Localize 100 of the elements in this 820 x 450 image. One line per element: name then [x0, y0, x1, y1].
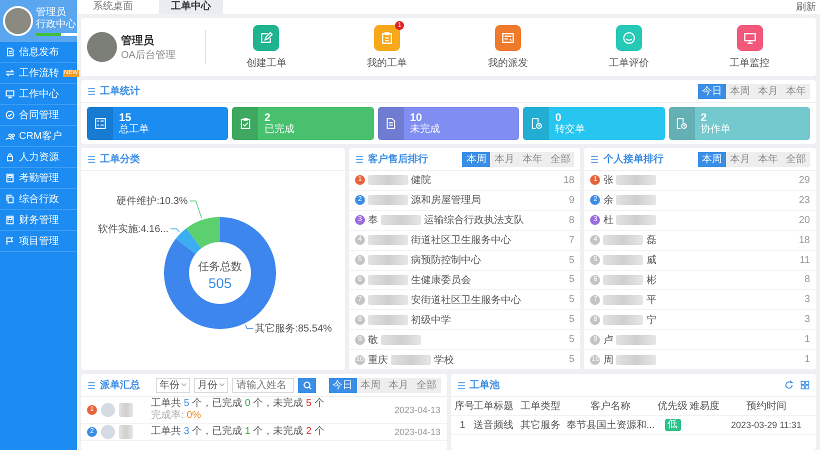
name-text: 重庆: [368, 354, 388, 367]
name-text: 张: [603, 174, 614, 188]
form-icon: [500, 30, 515, 44]
panel-title: 工单分类: [100, 152, 140, 166]
name-text: 敬: [368, 334, 378, 347]
column-header: 客户名称: [590, 400, 632, 413]
period-tab[interactable]: 本月: [490, 152, 518, 166]
sidebar-item[interactable]: 人力资源: [0, 147, 77, 168]
page-tab[interactable]: 工单中心: [159, 0, 223, 14]
menu-icon: [87, 154, 96, 164]
period-tab[interactable]: 全部: [782, 152, 810, 166]
transfer-icon: [5, 68, 15, 78]
sidebar-item[interactable]: 财务管理: [0, 210, 77, 231]
stat-label: 转交单: [555, 124, 586, 136]
period-tab[interactable]: 本月: [754, 84, 782, 98]
page-tab[interactable]: 系统桌面: [81, 0, 145, 14]
column-header: 预约时间: [745, 400, 788, 413]
shortcut-button[interactable]: 创建工单: [246, 24, 286, 70]
avatar: [101, 403, 115, 417]
sidebar-item[interactable]: 信息发布: [0, 42, 77, 63]
sidebar-item[interactable]: 综合行政: [0, 189, 77, 210]
period-tab[interactable]: 全部: [412, 378, 440, 392]
count-text: 9: [568, 194, 574, 206]
user-role: OA后台管理: [121, 48, 176, 62]
count-text: 3: [804, 294, 810, 306]
panel-title: 派单汇总: [100, 378, 140, 392]
monitor-icon: [742, 30, 757, 44]
name-text: 街道社区卫生服务中心: [410, 234, 511, 248]
name-text: 源和房屋管理局: [410, 194, 481, 208]
monitor-icon: [5, 89, 15, 99]
period-tab[interactable]: 本月: [384, 378, 412, 392]
avatar: [87, 32, 117, 62]
period-tab[interactable]: 本月: [726, 152, 754, 166]
grid-icon[interactable]: [800, 380, 810, 390]
center-label: 任务总数: [198, 261, 242, 273]
period-tab[interactable]: 本年: [782, 84, 810, 98]
menu-icon: [354, 154, 364, 164]
count-text: 5: [568, 274, 574, 286]
name-text: 卢: [603, 334, 614, 347]
count-text: 8: [804, 274, 810, 286]
sidebar-item[interactable]: CRM客户: [0, 126, 77, 147]
shortcut-button[interactable]: 工单评价: [608, 24, 649, 70]
name-text: 余: [603, 194, 614, 208]
summary-text: 工单共 3 个，已完成 1 个，未完成 2 个: [151, 426, 324, 438]
leader-line: [170, 228, 180, 232]
period-tab[interactable]: 本周: [698, 152, 726, 166]
name-text: 杜: [603, 214, 614, 228]
table-cell-text: 2023-03-29 11:31: [730, 420, 802, 430]
date-text: 2023-04-13: [394, 405, 440, 415]
stat-value: 10: [410, 112, 424, 124]
period-tab[interactable]: 今日: [698, 84, 726, 98]
calculator-icon: [5, 173, 15, 183]
period-tab[interactable]: 本周: [356, 378, 384, 392]
sidebar-item[interactable]: 考勤管理: [0, 168, 77, 189]
count-text: 18: [798, 234, 810, 246]
month-select[interactable]: 月份: [194, 378, 228, 392]
stat-value: 2: [700, 112, 708, 124]
document-icon: [5, 47, 15, 57]
period-tab[interactable]: 本周: [462, 152, 490, 166]
date-text: 2023-04-13: [394, 427, 440, 437]
menu-icon: [456, 380, 466, 390]
table-cell-text: 奉节县国土资源和...: [565, 418, 656, 432]
table-cell-text: 其它服务: [520, 418, 562, 432]
count-text: 20: [798, 214, 810, 226]
count-text: 29: [798, 174, 810, 186]
stat-label: 未完成: [410, 124, 440, 136]
year-select[interactable]: 年份: [156, 378, 190, 392]
menu-icon: [87, 380, 96, 390]
period-tab[interactable]: 本年: [518, 152, 546, 166]
count-text: 8: [568, 214, 574, 226]
shortcut-button[interactable]: 工单监控: [730, 24, 770, 70]
table-cell-text: 送音频线: [472, 418, 514, 432]
user-name: 管理员: [121, 34, 155, 48]
stat-label: 已完成: [264, 124, 294, 136]
period-tab[interactable]: 全部: [546, 152, 574, 166]
count-text: 11: [800, 254, 810, 266]
table-cell-text: 1: [458, 420, 466, 430]
shortcut-button[interactable]: 我的派发: [488, 24, 528, 70]
name-text: 彬: [646, 274, 656, 287]
user-name: 管理员: [36, 6, 67, 18]
leader-line: [189, 200, 202, 218]
refresh-link[interactable]: 刷新: [796, 0, 816, 14]
period-tab[interactable]: 本周: [726, 84, 754, 98]
refresh-icon[interactable]: [784, 380, 794, 390]
slice-label: 硬件维护:10.3%: [116, 196, 188, 207]
sidebar-item[interactable]: 工作中心: [0, 84, 77, 105]
slice-label: 其它服务:85.54%: [255, 324, 332, 335]
name-search-field[interactable]: 请输入姓名: [232, 378, 294, 392]
name-text: 初级中学: [410, 314, 451, 327]
sidebar-item[interactable]: 合同管理: [0, 105, 77, 126]
search-button[interactable]: [298, 378, 316, 392]
period-tab[interactable]: 本年: [754, 152, 782, 166]
panel-title: 个人接单排行: [603, 152, 664, 166]
period-tab[interactable]: 今日: [328, 378, 356, 392]
name-text: 生健康委员会: [410, 274, 471, 287]
lock-icon: [5, 152, 15, 162]
completion-rate-text: 完成率: 0%: [151, 410, 202, 422]
sidebar-item[interactable]: 项目管理: [0, 231, 77, 252]
people-icon: [5, 131, 15, 141]
name-text: 磊: [646, 234, 656, 248]
